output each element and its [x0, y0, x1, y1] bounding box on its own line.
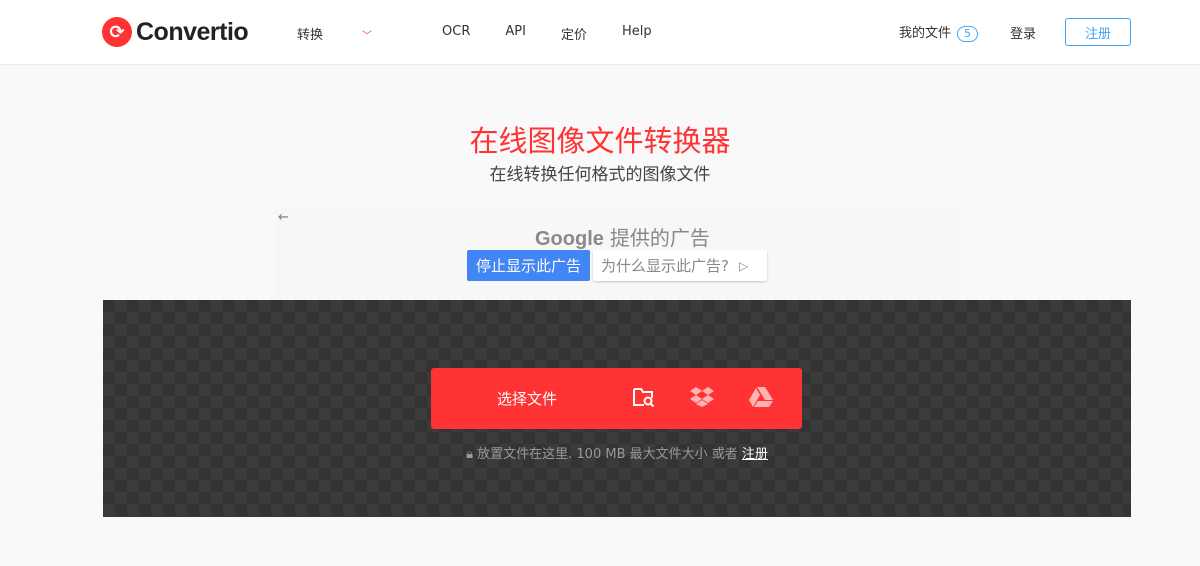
- nav-api[interactable]: API: [505, 24, 526, 43]
- nav-pricing[interactable]: 定价: [561, 24, 587, 43]
- drop-hint: 🔒︎ 放置文件在这里. 100 MB 最大文件大小 或者 注册: [103, 443, 1131, 462]
- choose-files-label: 选择文件: [497, 390, 558, 408]
- stop-ad-button[interactable]: 停止显示此广告: [467, 250, 590, 281]
- main-nav: 转换 ﹀ OCR API 定价 Help: [297, 24, 687, 43]
- page-subtitle: 在线转换任何格式的图像文件: [489, 165, 711, 185]
- login-link[interactable]: 登录: [1010, 23, 1036, 42]
- my-files-link[interactable]: 我的文件 5: [899, 22, 978, 42]
- page-title: 在线图像文件转换器: [469, 124, 731, 158]
- logo[interactable]: ⟳ Convertio: [102, 17, 249, 47]
- drop-zone[interactable]: 选择文件 🔒︎ 放置文件在这里. 100 MB 最大文件大小 或者 注册: [103, 300, 1131, 517]
- drop-hint-text: 放置文件在这里. 100 MB 最大文件大小 或者: [477, 447, 738, 462]
- folder-search-icon[interactable]: [630, 386, 658, 413]
- ad-provider: Google 提供的广告: [535, 222, 710, 251]
- nav-ocr[interactable]: OCR: [442, 24, 470, 43]
- brand-name: Convertio: [136, 17, 249, 46]
- nav-help[interactable]: Help: [622, 24, 652, 43]
- why-ad-button[interactable]: 为什么显示此广告? ▷: [593, 250, 767, 281]
- signup-link[interactable]: 注册: [742, 447, 768, 462]
- lock-icon: 🔒︎: [466, 447, 473, 462]
- ad-panel: ← Google 提供的广告 停止显示此广告 为什么显示此广告? ▷: [275, 208, 958, 298]
- nav-convert-label: 转换: [297, 28, 324, 43]
- google-logo: Google: [535, 228, 604, 250]
- convert-logo-icon: ⟳: [102, 17, 132, 47]
- chevron-down-icon: ﹀: [362, 31, 373, 42]
- nav-convert[interactable]: 转换 ﹀: [297, 24, 407, 43]
- google-drive-icon[interactable]: [747, 386, 775, 413]
- header: ⟳ Convertio 转换 ﹀ OCR API 定价 Help 我的文件 5 登录…: [0, 0, 1200, 65]
- account-area: 我的文件 5 登录 注册: [899, 18, 1131, 46]
- ad-provided-label: 提供的广告: [609, 226, 710, 250]
- back-arrow-icon[interactable]: ←: [278, 210, 289, 225]
- dropbox-icon[interactable]: [688, 386, 716, 413]
- my-files-label: 我的文件: [898, 26, 951, 41]
- adchoices-icon: ▷: [738, 258, 749, 273]
- file-count-badge: 5: [956, 26, 978, 42]
- why-ad-label: 为什么显示此广告?: [601, 257, 729, 275]
- signup-button[interactable]: 注册: [1065, 18, 1131, 46]
- choose-files-button[interactable]: 选择文件: [431, 368, 802, 429]
